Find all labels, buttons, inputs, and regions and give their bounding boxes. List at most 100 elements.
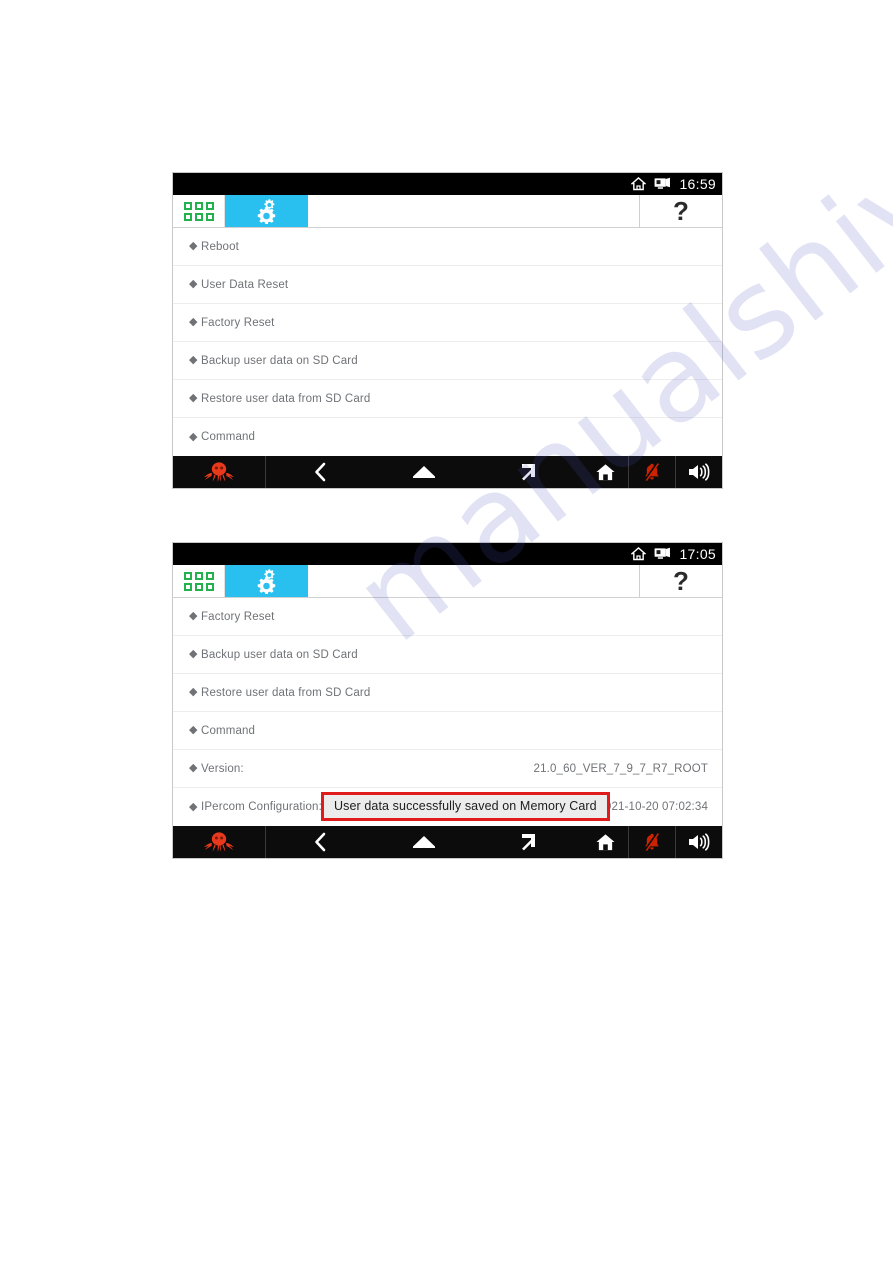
list-item[interactable]: ◆ Command — [173, 712, 722, 750]
tab-help[interactable]: ? — [639, 195, 722, 227]
nav-back-button[interactable] — [297, 826, 343, 858]
tab-bar: ? — [173, 195, 722, 228]
back-chevron-icon — [315, 832, 326, 852]
list-item[interactable]: ◆ Restore user data from SD Card — [173, 674, 722, 712]
bullet-icon: ◆ — [189, 610, 198, 622]
bullet-icon: ◆ — [189, 686, 198, 698]
bullet-icon: ◆ — [189, 316, 198, 328]
speaker-volume-icon — [689, 463, 710, 481]
bullet-icon: ◆ — [189, 800, 198, 813]
nav-house-button[interactable] — [582, 826, 628, 858]
tab-settings[interactable] — [225, 565, 308, 597]
list-item-label: Restore user data from SD Card — [201, 392, 371, 405]
bullet-icon: ◆ — [189, 430, 198, 443]
list-item-label: Command — [201, 724, 256, 737]
bullet-icon: ◆ — [189, 392, 198, 404]
display-icon — [655, 177, 671, 189]
nav-home-button[interactable] — [401, 826, 447, 858]
toast-message: User data successfully saved on Memory C… — [324, 795, 607, 818]
bullet-icon: ◆ — [189, 278, 198, 290]
nav-back-button[interactable] — [297, 456, 343, 488]
help-label: ? — [673, 566, 689, 596]
home-icon — [631, 547, 647, 561]
tab-help[interactable]: ? — [639, 565, 722, 597]
nav-volume-button[interactable] — [675, 456, 722, 488]
status-bar: 16:59 — [173, 173, 722, 195]
device-screenshot-bottom: 17:05 ? ◆ Factory Reset ◆ Backup user da… — [172, 542, 723, 859]
settings-list-bottom: ◆ Factory Reset ◆ Backup user data on SD… — [173, 598, 722, 826]
tab-bar: ? — [173, 565, 722, 598]
tab-bar-spacer — [308, 195, 639, 227]
bullet-icon: ◆ — [189, 354, 198, 366]
status-bar-icons — [631, 177, 671, 191]
list-item-label: Backup user data on SD Card — [201, 648, 358, 661]
nav-recents-button[interactable] — [505, 826, 551, 858]
list-item[interactable]: ◆ Restore user data from SD Card — [173, 380, 722, 418]
list-item-ipercom-config[interactable]: ◆ IPercom Configuration: 2021-10-20 07:0… — [173, 788, 722, 826]
list-item[interactable]: ◆ User Data Reset — [173, 266, 722, 304]
list-item[interactable]: ◆ Factory Reset — [173, 598, 722, 636]
home-icon — [631, 177, 647, 191]
list-item[interactable]: ◆ Reboot — [173, 228, 722, 266]
nav-logo-button[interactable] — [173, 826, 266, 858]
recent-apps-icon — [522, 464, 535, 481]
list-item[interactable]: ◆ Backup user data on SD Card — [173, 342, 722, 380]
nav-home-button[interactable] — [401, 456, 447, 488]
gear-icon — [257, 199, 275, 224]
list-item-label: IPercom Configuration: — [201, 801, 322, 813]
nav-house-button[interactable] — [582, 456, 628, 488]
navigation-bar — [173, 456, 722, 488]
version-value: 21.0_60_VER_7_9_7_R7_ROOT — [533, 762, 708, 775]
bell-muted-icon — [644, 462, 660, 481]
nav-middle-group — [266, 456, 582, 488]
toast-annotation-wrapper: User data successfully saved on Memory C… — [321, 792, 610, 821]
list-item-label: Version: — [201, 762, 244, 775]
status-bar: 17:05 — [173, 543, 722, 565]
help-label: ? — [673, 196, 689, 226]
bullet-icon: ◆ — [189, 724, 198, 736]
apps-grid-icon — [183, 571, 214, 591]
list-item[interactable]: ◆ Command — [173, 418, 722, 456]
list-item-version[interactable]: ◆ Version: 21.0_60_VER_7_9_7_R7_ROOT — [173, 750, 722, 788]
nav-volume-button[interactable] — [675, 826, 722, 858]
status-bar-time: 17:05 — [679, 546, 716, 562]
home-shape-icon — [413, 466, 435, 478]
octopus-logo-icon — [204, 462, 234, 482]
list-item[interactable]: ◆ Factory Reset — [173, 304, 722, 342]
page-root: manualshive.com 16:59 — [0, 0, 893, 1263]
list-item-label: Backup user data on SD Card — [201, 354, 358, 367]
list-item-label: Reboot — [201, 240, 239, 253]
recent-apps-icon — [522, 834, 535, 851]
house-icon — [595, 833, 615, 850]
list-item-label: Command — [201, 431, 256, 443]
octopus-logo-icon — [204, 832, 234, 852]
home-shape-icon — [413, 836, 435, 848]
annotation-highlight-box: User data successfully saved on Memory C… — [321, 792, 610, 821]
nav-middle-group — [266, 826, 582, 858]
nav-bell-mute-button[interactable] — [628, 456, 675, 488]
list-item-label: User Data Reset — [201, 278, 289, 291]
bullet-icon: ◆ — [189, 648, 198, 660]
list-item-label: Factory Reset — [201, 610, 275, 623]
settings-list-top: ◆ Reboot ◆ User Data Reset ◆ Factory Res… — [173, 228, 722, 456]
tab-settings[interactable] — [225, 195, 308, 227]
bullet-icon: ◆ — [189, 762, 198, 774]
navigation-bar — [173, 826, 722, 858]
status-bar-time: 16:59 — [679, 176, 716, 192]
list-item[interactable]: ◆ Backup user data on SD Card — [173, 636, 722, 674]
nav-bell-mute-button[interactable] — [628, 826, 675, 858]
gear-icon — [257, 569, 275, 594]
nav-logo-button[interactable] — [173, 456, 266, 488]
nav-right-group — [582, 456, 722, 488]
device-screenshot-top: 16:59 ? ◆ Reboot ◆ User Data Reset ◆ Fac… — [172, 172, 723, 489]
nav-right-group — [582, 826, 722, 858]
tab-apps[interactable] — [173, 195, 225, 227]
apps-grid-icon — [183, 201, 214, 221]
speaker-volume-icon — [689, 833, 710, 851]
tab-apps[interactable] — [173, 565, 225, 597]
house-icon — [595, 463, 615, 480]
bullet-icon: ◆ — [189, 240, 198, 252]
status-bar-icons — [631, 547, 671, 561]
nav-recents-button[interactable] — [505, 456, 551, 488]
list-item-label: Restore user data from SD Card — [201, 686, 371, 699]
